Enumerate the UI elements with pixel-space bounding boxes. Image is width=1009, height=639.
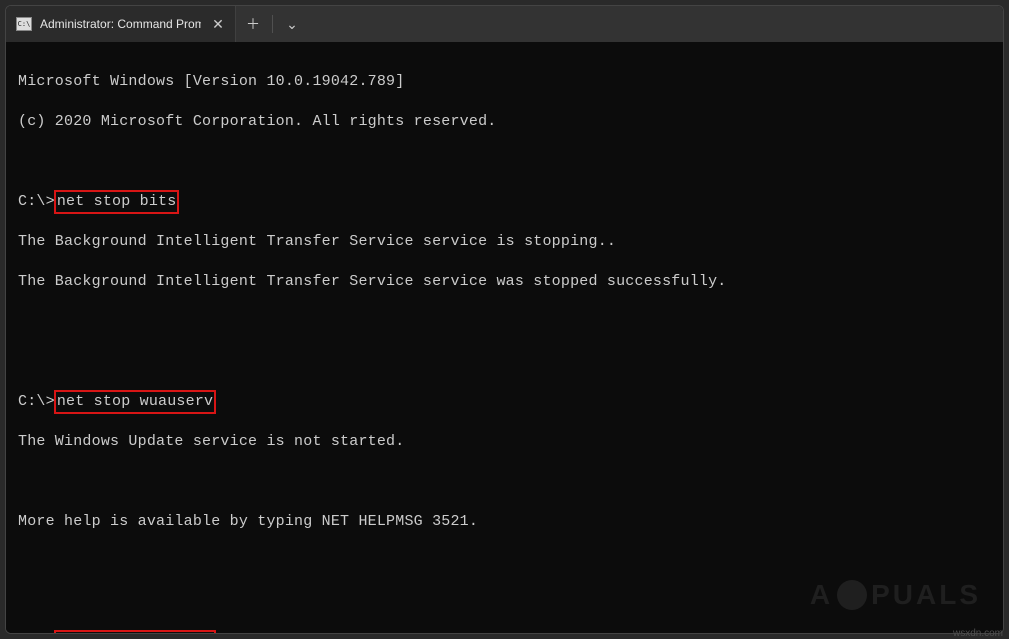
- output-line: The Windows Update service is not starte…: [18, 432, 991, 452]
- close-tab-button[interactable]: ✕: [209, 15, 227, 33]
- output-line: More help is available by typing NET HEL…: [18, 512, 991, 532]
- cmd-net-stop-wuauserv: net stop wuauserv: [54, 390, 216, 414]
- cmd-net-stop-appidsvc: net stop appidsvc: [54, 630, 216, 633]
- version-line: Microsoft Windows [Version 10.0.19042.78…: [18, 72, 991, 92]
- new-tab-button[interactable]: ＋: [236, 6, 270, 42]
- copyright-line: (c) 2020 Microsoft Corporation. All righ…: [18, 112, 991, 132]
- tab-command-prompt[interactable]: C:\ Administrator: Command Prom ✕: [6, 6, 236, 42]
- tab-dropdown-button[interactable]: ⌄: [275, 6, 309, 42]
- terminal-output[interactable]: Microsoft Windows [Version 10.0.19042.78…: [6, 42, 1003, 633]
- output-line: The Background Intelligent Transfer Serv…: [18, 232, 991, 252]
- cmd-icon: C:\: [16, 17, 32, 31]
- divider: [272, 15, 273, 33]
- terminal-window: C:\ Administrator: Command Prom ✕ ＋ ⌄ Mi…: [5, 5, 1004, 634]
- output-line: The Background Intelligent Transfer Serv…: [18, 272, 991, 292]
- source-url: wsxdn.com: [953, 628, 1003, 639]
- cmd-net-stop-bits: net stop bits: [54, 190, 180, 214]
- tab-title: Administrator: Command Prom: [40, 17, 201, 31]
- prompt: C:\>: [18, 193, 55, 210]
- prompt: C:\>: [18, 393, 55, 410]
- titlebar: C:\ Administrator: Command Prom ✕ ＋ ⌄: [6, 6, 1003, 42]
